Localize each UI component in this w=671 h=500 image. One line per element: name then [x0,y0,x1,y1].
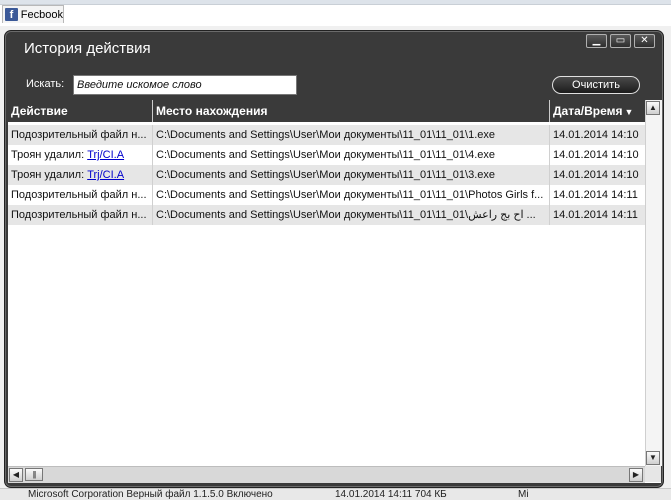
search-label: Искать: [26,78,65,90]
path-cell: C:\Documents and Settings\User\Мои докум… [153,145,550,165]
column-header-datetime[interactable]: Дата/Время ▼ [550,100,645,122]
background-row-text: Microsoft Corporation Верный файл 1.1.5.… [28,489,273,500]
path-cell: C:\Documents and Settings\User\Мои докум… [153,125,550,145]
table-row[interactable]: Подозрительный файл н... C:\Documents an… [8,185,645,205]
background-row-date: 14.01.2014 14:11 704 КБ [335,489,447,500]
browser-tab[interactable]: f Fecbook [2,5,64,23]
search-input[interactable] [73,75,297,95]
datetime-cell: 14.01.2014 14:11 [553,209,638,221]
sort-desc-icon: ▼ [624,107,634,117]
table-row[interactable]: Троян удалил: Trj/CI.A C:\Documents and … [8,165,645,185]
scroll-left-icon[interactable]: ◀ [9,468,23,482]
table-row[interactable]: Подозрительный файл н... C:\Documents an… [8,205,645,225]
minimize-button[interactable]: ▁ [586,34,607,48]
window-controls: ▁ ▭ ✕ [586,34,655,48]
horizontal-scroll-thumb[interactable]: ||| [25,468,43,481]
browser-toolbar: f Fecbook [0,0,671,26]
action-cell: Подозрительный файл н... [8,125,153,145]
toolbar-edge [0,0,671,5]
path-cell: C:\Documents and Settings\User\Мои докум… [153,165,550,185]
background-row-extra: Mi [518,489,529,500]
background-list-row: Microsoft Corporation Верный файл 1.1.5.… [0,488,671,500]
dialog-title: История действия [24,40,151,57]
history-dialog: История действия ▁ ▭ ✕ Искать: Очистить … [4,30,664,488]
table-row[interactable]: Троян удалил: Trj/CI.A C:\Documents and … [8,145,645,165]
datetime-cell: 14.01.2014 14:11 [553,189,638,201]
horizontal-scrollbar[interactable]: ◀ ||| ▶ [8,466,645,483]
facebook-icon: f [5,8,18,21]
datetime-cell: 14.01.2014 14:10 [553,149,639,161]
scroll-up-icon[interactable]: ▲ [646,101,660,115]
clear-button[interactable]: Очистить [552,76,640,94]
datetime-cell: 14.01.2014 14:10 [553,129,639,141]
column-header-action[interactable]: Действие [8,100,153,122]
maximize-button[interactable]: ▭ [610,34,631,48]
history-table: Действие Место нахождения Дата/Время ▼ По… [8,100,662,483]
table-row[interactable]: Подозрительный файл н... C:\Documents an… [8,125,645,145]
table-header: Действие Место нахождения Дата/Время ▼ [8,100,645,122]
action-cell: Подозрительный файл н... [8,185,153,205]
scroll-right-icon[interactable]: ▶ [629,468,643,482]
path-cell: C:\Documents and Settings\User\Мои докум… [153,185,550,205]
action-cell: Троян удалил: Trj/CI.A [8,165,153,185]
vertical-scrollbar[interactable]: ▲ ▼ [645,100,662,466]
tab-label: Fecbook [20,8,63,21]
threat-link[interactable]: Trj/CI.A [87,149,124,161]
action-cell: Троян удалил: Trj/CI.A [8,145,153,165]
datetime-cell: 14.01.2014 14:10 [553,169,639,181]
close-button[interactable]: ✕ [634,34,655,48]
path-cell: C:\Documents and Settings\User\Мои докум… [153,205,550,225]
action-cell: Подозрительный файл н... [8,205,153,225]
scroll-down-icon[interactable]: ▼ [646,451,660,465]
threat-link[interactable]: Trj/CI.A [87,169,124,181]
column-header-location[interactable]: Место нахождения [153,100,550,122]
scrollbar-corner [645,466,661,482]
